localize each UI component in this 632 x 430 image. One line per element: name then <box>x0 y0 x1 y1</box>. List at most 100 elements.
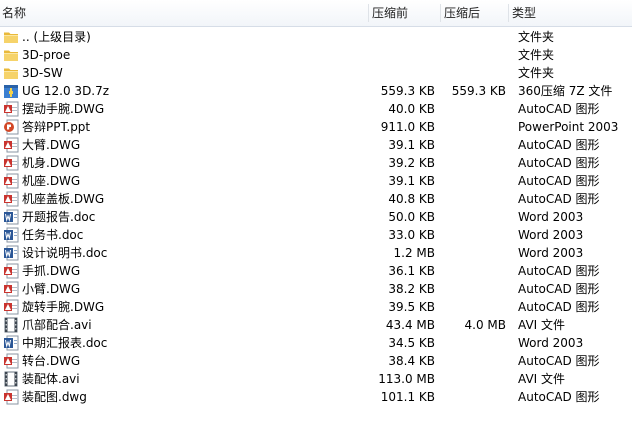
dwg-icon <box>3 263 19 279</box>
file-row[interactable]: 摆动手腕.DWG 40.0 KB AutoCAD 图形 <box>0 100 632 118</box>
dwg-icon <box>3 353 19 369</box>
folder-icon <box>3 29 19 45</box>
file-name: 爪部配合.avi <box>22 318 92 332</box>
file-name: 中期汇报表.doc <box>22 336 108 350</box>
file-row[interactable]: 转台.DWG 38.4 KB AutoCAD 图形 <box>0 352 632 370</box>
file-type: 文件夹 <box>518 48 555 62</box>
file-type: 360压缩 7Z 文件 <box>518 84 613 98</box>
size-before: 38.2 KB <box>388 282 435 296</box>
size-before: 50.0 KB <box>388 210 435 224</box>
file-row[interactable]: 大臂.DWG 39.1 KB AutoCAD 图形 <box>0 136 632 154</box>
file-type: AutoCAD 图形 <box>518 174 600 188</box>
file-name: 大臂.DWG <box>22 138 81 152</box>
file-row[interactable]: 爪部配合.avi 43.4 MB 4.0 MB AVI 文件 <box>0 316 632 334</box>
size-before: 39.1 KB <box>388 138 435 152</box>
ppt-icon <box>3 119 19 135</box>
file-name: .. (上级目录) <box>22 30 91 44</box>
file-name: 机身.DWG <box>22 156 81 170</box>
video-icon <box>3 371 19 387</box>
file-row[interactable]: 3D-proe 文件夹 <box>0 46 632 64</box>
column-header: 名称 压缩前 压缩后 类型 <box>0 0 632 27</box>
file-name: 装配图.dwg <box>22 390 87 404</box>
file-row[interactable]: 机座盖板.DWG 40.8 KB AutoCAD 图形 <box>0 190 632 208</box>
size-before: 559.3 KB <box>380 84 435 98</box>
word-icon <box>3 245 19 261</box>
file-row[interactable]: 装配图.dwg 101.1 KB AutoCAD 图形 <box>0 388 632 406</box>
file-row[interactable]: 设计说明书.doc 1.2 MB Word 2003 <box>0 244 632 262</box>
file-row[interactable]: 小臂.DWG 38.2 KB AutoCAD 图形 <box>0 280 632 298</box>
file-list: .. (上级目录) 文件夹 3D-proe 文件夹 3D-SW 文件夹 UG 12.0 3D… <box>0 28 632 406</box>
dwg-icon <box>3 101 19 117</box>
size-before: 33.0 KB <box>388 228 435 242</box>
file-type: AVI 文件 <box>518 318 566 332</box>
column-divider[interactable] <box>368 4 369 22</box>
file-type: Word 2003 <box>518 210 584 224</box>
file-type: AutoCAD 图形 <box>518 192 600 206</box>
size-before: 39.5 KB <box>388 300 435 314</box>
column-type-header[interactable]: 类型 <box>512 0 536 26</box>
dwg-icon <box>3 137 19 153</box>
file-row[interactable]: 手抓.DWG 36.1 KB AutoCAD 图形 <box>0 262 632 280</box>
file-row[interactable]: 旋转手腕.DWG 39.5 KB AutoCAD 图形 <box>0 298 632 316</box>
word-icon <box>3 335 19 351</box>
size-before: 38.4 KB <box>388 354 435 368</box>
file-row[interactable]: 3D-SW 文件夹 <box>0 64 632 82</box>
dwg-icon <box>3 389 19 405</box>
dwg-icon <box>3 173 19 189</box>
file-type: AutoCAD 图形 <box>518 138 600 152</box>
file-name: 机座盖板.DWG <box>22 192 105 206</box>
file-type: AutoCAD 图形 <box>518 354 600 368</box>
archive-icon <box>3 83 19 99</box>
file-type: AutoCAD 图形 <box>518 282 600 296</box>
file-type: Word 2003 <box>518 336 584 350</box>
file-type: Word 2003 <box>518 228 584 242</box>
file-name: 开题报告.doc <box>22 210 96 224</box>
file-row[interactable]: 中期汇报表.doc 34.5 KB Word 2003 <box>0 334 632 352</box>
word-icon <box>3 209 19 225</box>
file-row[interactable]: .. (上级目录) 文件夹 <box>0 28 632 46</box>
column-name-header[interactable]: 名称 <box>2 0 26 26</box>
file-name: 机座.DWG <box>22 174 81 188</box>
size-before: 113.0 MB <box>378 372 435 386</box>
size-before: 43.4 MB <box>385 318 435 332</box>
file-row[interactable]: 任务书.doc 33.0 KB Word 2003 <box>0 226 632 244</box>
file-row[interactable]: 答辩PPT.ppt 911.0 KB PowerPoint 2003 <box>0 118 632 136</box>
column-divider[interactable] <box>440 4 441 22</box>
file-type: AutoCAD 图形 <box>518 300 600 314</box>
file-name: 转台.DWG <box>22 354 81 368</box>
file-type: 文件夹 <box>518 66 555 80</box>
file-name: UG 12.0 3D.7z <box>22 84 110 98</box>
file-type: 文件夹 <box>518 30 555 44</box>
file-name: 答辩PPT.ppt <box>22 120 91 134</box>
column-after-header[interactable]: 压缩后 <box>444 0 480 26</box>
folder-icon <box>3 47 19 63</box>
file-name: 旋转手腕.DWG <box>22 300 105 314</box>
file-name: 装配体.avi <box>22 372 80 386</box>
size-before: 40.8 KB <box>388 192 435 206</box>
file-row[interactable]: UG 12.0 3D.7z 559.3 KB 559.3 KB 360压缩 7Z 文件 <box>0 82 632 100</box>
file-type: AutoCAD 图形 <box>518 264 600 278</box>
size-before: 39.2 KB <box>388 156 435 170</box>
size-before: 911.0 KB <box>380 120 435 134</box>
size-after: 4.0 MB <box>464 318 506 332</box>
file-row[interactable]: 机座.DWG 39.1 KB AutoCAD 图形 <box>0 172 632 190</box>
file-name: 3D-SW <box>22 66 63 80</box>
file-type: AutoCAD 图形 <box>518 156 600 170</box>
dwg-icon <box>3 281 19 297</box>
folder-icon <box>3 65 19 81</box>
file-type: AutoCAD 图形 <box>518 102 600 116</box>
size-before: 101.1 KB <box>380 390 435 404</box>
dwg-icon <box>3 155 19 171</box>
file-row[interactable]: 机身.DWG 39.2 KB AutoCAD 图形 <box>0 154 632 172</box>
column-divider[interactable] <box>508 4 509 22</box>
column-before-header[interactable]: 压缩前 <box>372 0 408 26</box>
file-type: AVI 文件 <box>518 372 566 386</box>
file-row[interactable]: 装配体.avi 113.0 MB AVI 文件 <box>0 370 632 388</box>
file-row[interactable]: 开题报告.doc 50.0 KB Word 2003 <box>0 208 632 226</box>
size-before: 36.1 KB <box>388 264 435 278</box>
file-type: Word 2003 <box>518 246 584 260</box>
size-before: 1.2 MB <box>393 246 435 260</box>
size-before: 40.0 KB <box>388 102 435 116</box>
video-icon <box>3 317 19 333</box>
file-name: 任务书.doc <box>22 228 84 242</box>
